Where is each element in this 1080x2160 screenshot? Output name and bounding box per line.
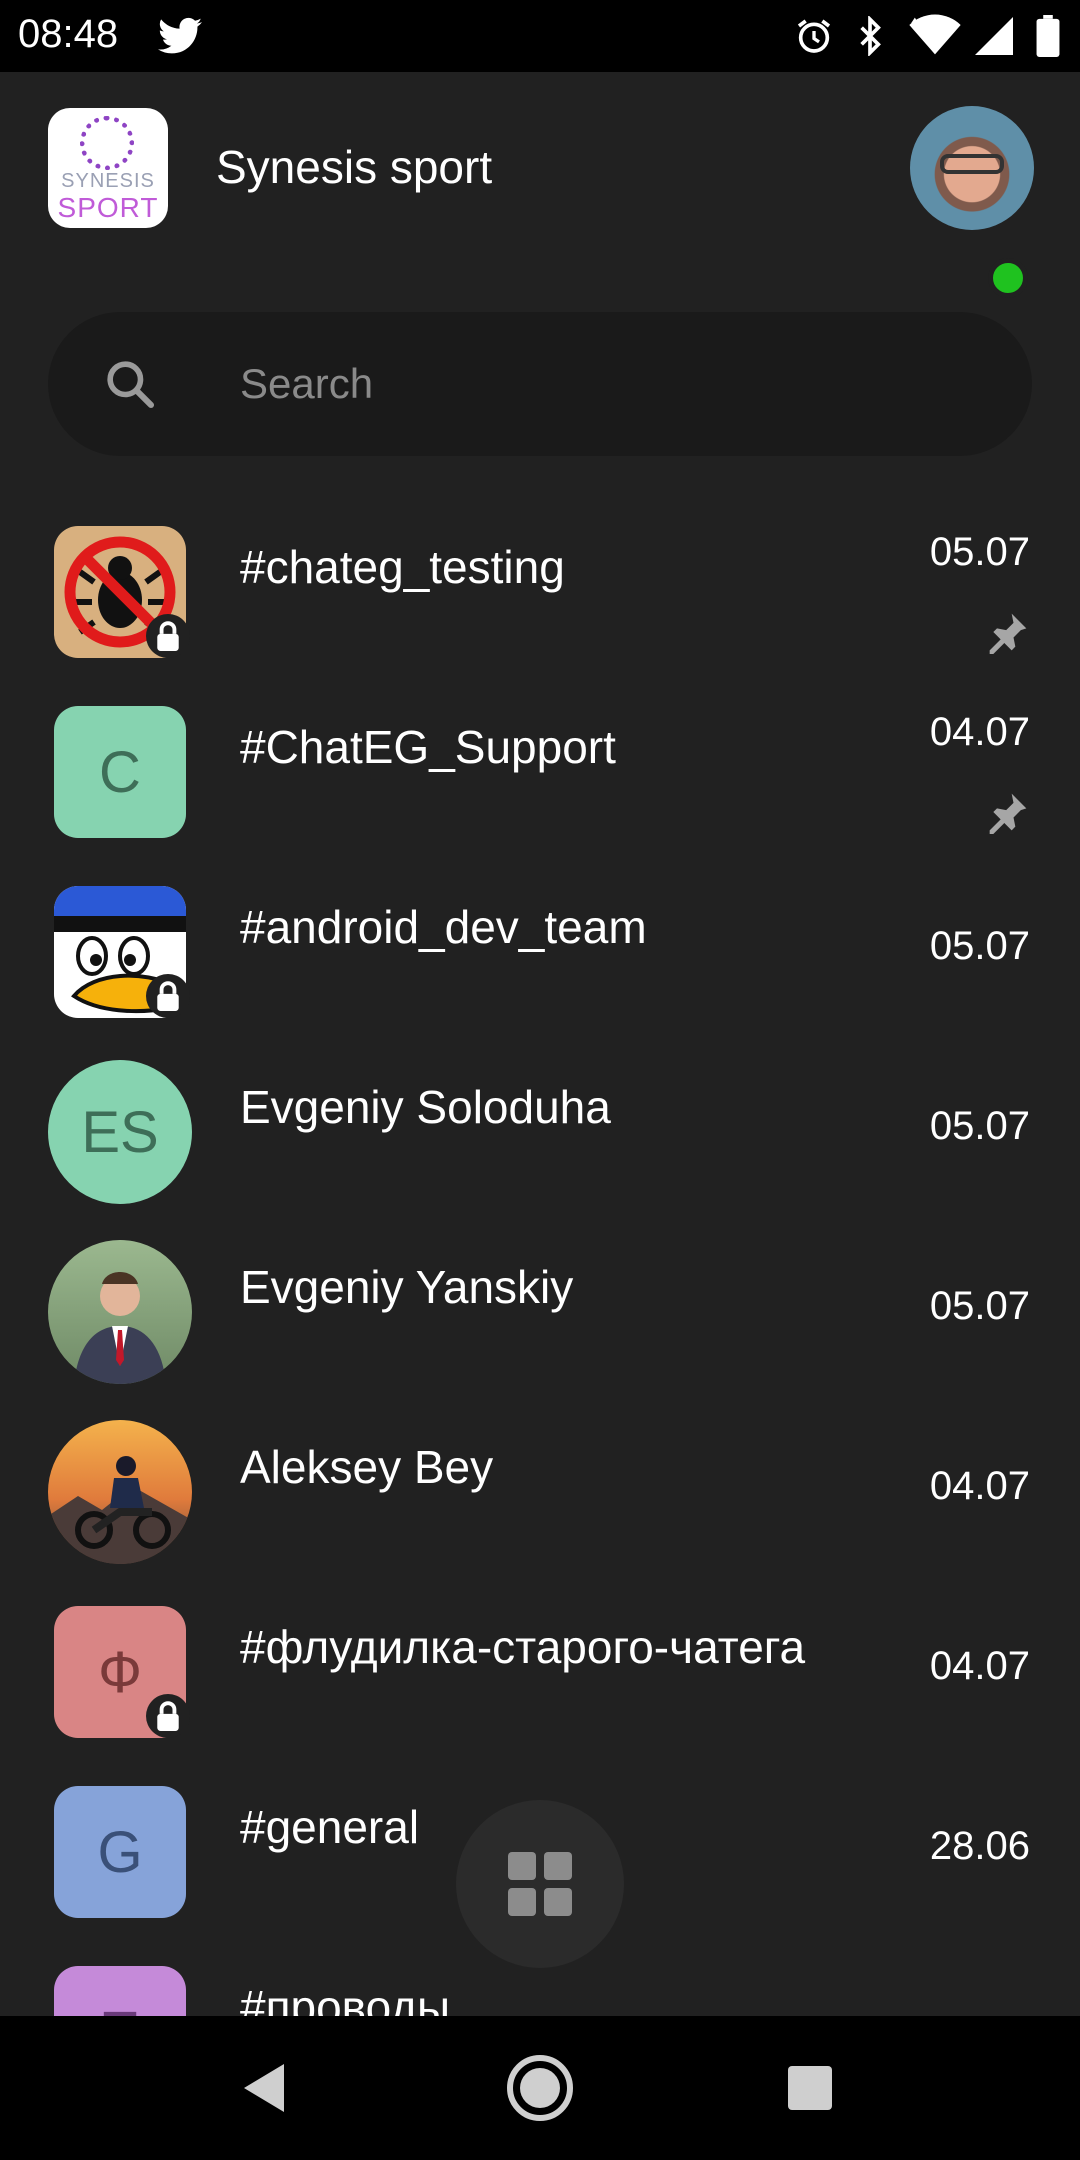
chat-row-fludilka[interactable]: Ф #флудилка-старого-чатега 04.07 [0, 1580, 1080, 1760]
status-bar: 08:48 [0, 0, 1080, 72]
chat-row-evgeniy-yanskiy[interactable]: Evgeniy Yanskiy 05.07 [0, 1220, 1080, 1400]
signal-icon [974, 14, 1014, 58]
user-avatar[interactable] [910, 106, 1034, 230]
search-input[interactable] [240, 354, 980, 414]
chat-row-chateg-support[interactable]: C #ChatEG_Support 04.07 [0, 680, 1080, 860]
chat-name: #general [240, 1801, 420, 1853]
chat-row-android-dev-team[interactable]: #android_dev_team 05.07 [0, 860, 1080, 1040]
chat-name: #chateg_testing [240, 541, 565, 593]
chat-name: #android_dev_team [240, 901, 647, 953]
avatar-initials: ES [81, 1099, 159, 1165]
avatar-initials: G [97, 1819, 143, 1885]
header: SYNESIS SPORT Synesis sport [0, 72, 1080, 272]
lock-icon [146, 614, 190, 658]
chat-name: #проводы [240, 1981, 451, 2016]
avatar-initials: П [99, 1999, 141, 2017]
avatar-initials: Ф [97, 1639, 143, 1705]
chat-name: #ChatEG_Support [240, 721, 616, 773]
chat-avatar: C [54, 706, 186, 838]
workspace-name[interactable]: Synesis sport [216, 140, 492, 194]
twitter-icon [156, 14, 204, 58]
lock-icon [146, 974, 190, 1018]
logo-ring-icon [80, 116, 134, 170]
lock-icon [146, 1694, 190, 1738]
chat-date: 04.07 [929, 1464, 1030, 1508]
home-icon[interactable] [504, 2052, 576, 2124]
search-icon [102, 356, 158, 412]
system-nav-bar [0, 2016, 1080, 2160]
chat-row-aleksey-bey[interactable]: Aleksey Bey 04.07 [0, 1400, 1080, 1580]
workspaces-fab-button[interactable] [456, 1800, 624, 1968]
pin-icon [986, 610, 1030, 654]
chat-date: 05.07 [929, 1284, 1030, 1328]
chat-list: #chateg_testing 05.07 C #ChatEG_Support … [0, 500, 1080, 2016]
grid-icon-square [508, 1888, 536, 1916]
chat-avatar [48, 1420, 192, 1564]
chat-date: 04.07 [929, 710, 1030, 754]
logo-text-top: SYNESIS [61, 170, 155, 192]
status-time: 08:48 [18, 12, 119, 56]
chat-avatar: ES [48, 1060, 192, 1204]
avatar-initials: C [99, 739, 141, 805]
alarm-icon [792, 14, 836, 58]
chat-avatar: П [54, 1966, 186, 2016]
chat-row-chateg-testing[interactable]: #chateg_testing 05.07 [0, 500, 1080, 680]
battery-icon [1032, 14, 1064, 58]
person-photo-icon [74, 1272, 166, 1384]
online-status-indicator [988, 258, 1028, 298]
chat-avatar [48, 1240, 192, 1384]
chat-date: 04.07 [929, 1644, 1030, 1688]
pin-icon [986, 790, 1030, 834]
grid-icon-square [544, 1888, 572, 1916]
grid-icon-square [544, 1852, 572, 1880]
chat-name: Evgeniy Soloduha [240, 1081, 611, 1133]
motorcycle-photo-icon [48, 1456, 192, 1564]
chat-name: Evgeniy Yanskiy [240, 1261, 574, 1313]
logo-text-bottom: SPORT [57, 192, 159, 223]
chat-date: 05.07 [929, 924, 1030, 968]
chat-date: 05.07 [929, 1104, 1030, 1148]
chat-date: 28.06 [929, 1824, 1030, 1868]
back-icon[interactable] [230, 2052, 302, 2124]
chat-name: Aleksey Bey [240, 1441, 494, 1493]
grid-icon-square [508, 1852, 536, 1880]
chat-date: 05.07 [929, 530, 1030, 574]
workspace-logo[interactable]: SYNESIS SPORT [48, 108, 168, 228]
search-bar[interactable] [48, 312, 1032, 456]
chat-avatar: G [54, 1786, 186, 1918]
recents-icon[interactable] [774, 2052, 846, 2124]
chat-row-evgeniy-soloduha[interactable]: ES Evgeniy Soloduha 05.07 [0, 1040, 1080, 1220]
avatar-glasses [940, 154, 1004, 174]
chat-name: #флудилка-старого-чатега [240, 1621, 806, 1673]
bluetooth-icon [852, 14, 888, 58]
wifi-icon [900, 14, 970, 58]
